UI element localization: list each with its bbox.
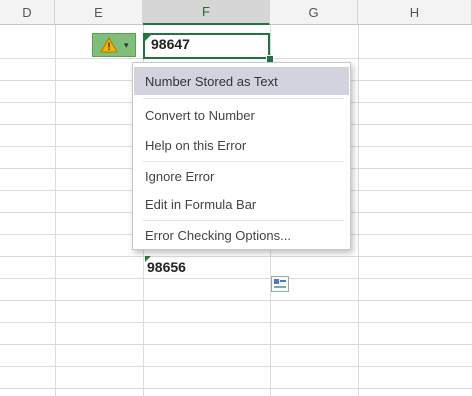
error-options-menu: Number Stored as Text Convert to Number … <box>132 62 351 250</box>
menu-item-help-on-this-error[interactable]: Help on this Error <box>134 131 349 159</box>
menu-separator <box>143 98 344 99</box>
cell-value[interactable]: 98656 <box>147 259 186 275</box>
column-header-g[interactable]: G <box>270 0 358 25</box>
column-header-label: H <box>409 4 420 20</box>
grid-line <box>0 300 472 301</box>
grid-line <box>0 388 472 389</box>
grid-line <box>0 256 472 257</box>
warning-icon <box>100 36 118 53</box>
column-header-f[interactable]: F <box>143 0 270 25</box>
column-header-label: F <box>202 4 210 19</box>
grid-line <box>0 366 472 367</box>
column-header-d[interactable]: D <box>0 0 55 25</box>
spreadsheet: D E F G H 98647 ▾ Number Stored as Text … <box>0 0 472 396</box>
cell-value-active[interactable]: 98647 <box>151 36 190 52</box>
menu-item-error-checking-options[interactable]: Error Checking Options... <box>134 221 349 249</box>
menu-item-edit-in-formula-bar[interactable]: Edit in Formula Bar <box>134 190 349 218</box>
column-header-h[interactable]: H <box>358 0 472 25</box>
grid-line <box>0 278 472 279</box>
error-check-button[interactable]: ▾ <box>92 33 136 57</box>
column-header-e[interactable]: E <box>55 0 143 25</box>
column-header-label: D <box>22 4 32 20</box>
column-header-label: G <box>308 4 319 20</box>
column-header-label: E <box>94 4 103 20</box>
grid-line <box>0 322 472 323</box>
menu-item-convert-to-number[interactable]: Convert to Number <box>134 101 349 129</box>
chevron-down-icon: ▾ <box>124 39 129 50</box>
grid-line <box>0 344 472 345</box>
menu-item-number-stored-as-text: Number Stored as Text <box>134 67 349 95</box>
menu-item-ignore-error[interactable]: Ignore Error <box>134 162 349 190</box>
paste-options-icon[interactable] <box>271 276 289 292</box>
